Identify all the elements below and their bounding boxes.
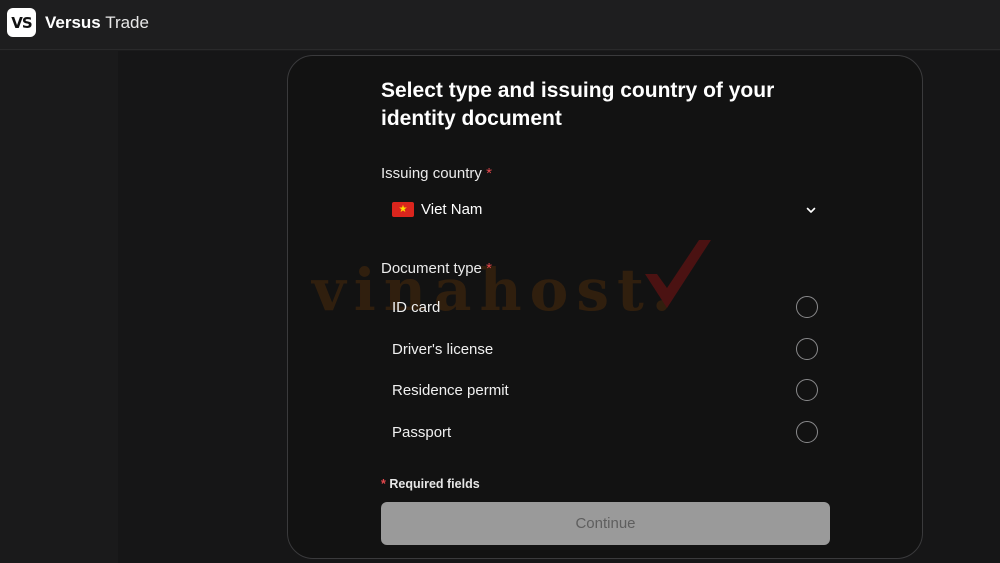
option-label: Passport [392, 424, 452, 441]
vietnam-flag-icon: ★ [392, 202, 414, 217]
option-id-card[interactable]: ID card [381, 290, 829, 326]
selected-country: Viet Nam [421, 201, 483, 218]
radio-button[interactable] [796, 296, 818, 318]
versus-logo-icon[interactable]: VS [7, 8, 36, 37]
brand-name[interactable]: Versus Trade [45, 13, 149, 33]
required-fields-note: * Required fields [381, 477, 480, 491]
radio-button[interactable] [796, 379, 818, 401]
option-passport[interactable]: Passport [381, 415, 829, 451]
option-drivers-license[interactable]: Driver's license [381, 332, 829, 368]
chevron-down-icon[interactable] [805, 204, 817, 216]
option-label: ID card [392, 299, 441, 316]
radio-button[interactable] [796, 421, 818, 443]
required-asterisk: * [486, 260, 492, 277]
document-type-label: Document type * [381, 260, 492, 277]
brand-name-bold: Versus [45, 13, 101, 32]
issuing-country-select[interactable]: ★ Viet Nam [381, 194, 829, 226]
option-residence-permit[interactable]: Residence permit [381, 373, 829, 409]
option-label: Residence permit [392, 382, 509, 399]
required-asterisk: * [486, 165, 492, 182]
top-bar: VS Versus Trade [0, 0, 1000, 50]
option-label: Driver's license [392, 341, 494, 358]
brand-name-light: Trade [105, 13, 149, 32]
continue-button[interactable]: Continue [381, 502, 830, 545]
required-asterisk: * [381, 477, 386, 491]
page-title: Select type and issuing country of your … [381, 79, 775, 130]
required-fields-text: Required fields [389, 477, 480, 491]
issuing-country-label: Issuing country * [381, 165, 492, 182]
left-sidebar [0, 51, 118, 563]
radio-button[interactable] [796, 338, 818, 360]
issuing-country-label-text: Issuing country [381, 165, 482, 182]
document-type-label-text: Document type [381, 260, 482, 277]
